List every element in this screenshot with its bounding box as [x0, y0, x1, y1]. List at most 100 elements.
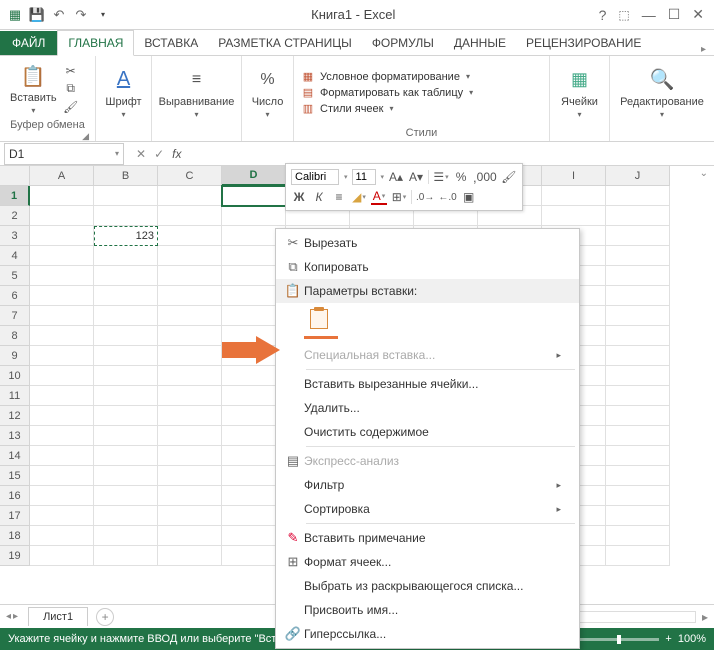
format-as-table-button[interactable]: ▤Форматировать как таблицу▾ — [300, 86, 473, 99]
cell[interactable] — [158, 286, 222, 306]
cell[interactable] — [30, 506, 94, 526]
cell[interactable] — [30, 386, 94, 406]
cell[interactable] — [94, 286, 158, 306]
cell[interactable] — [606, 446, 670, 466]
cell[interactable] — [94, 546, 158, 566]
cell[interactable] — [30, 486, 94, 506]
cm-hyperlink[interactable]: 🔗Гиперссылка... — [276, 622, 579, 646]
cell[interactable] — [30, 326, 94, 346]
borders-icon[interactable]: ⊞▾ — [391, 189, 407, 205]
cm-pick-from-list[interactable]: Выбрать из раскрывающегося списка... — [276, 574, 579, 598]
cell[interactable] — [606, 326, 670, 346]
editing-button[interactable]: 🔍 Редактирование ▾ — [616, 64, 708, 121]
cell[interactable] — [94, 406, 158, 426]
sheet-nav-prev-icon[interactable]: ◂ — [6, 611, 11, 622]
col-header-I[interactable]: I — [542, 166, 606, 186]
row-header[interactable]: 18 — [0, 526, 30, 546]
cell[interactable] — [94, 306, 158, 326]
tab-insert[interactable]: ВСТАВКА — [134, 31, 208, 55]
col-header-D[interactable]: D — [222, 166, 286, 186]
merge-icon[interactable]: ▣ — [461, 189, 477, 205]
zoom-control[interactable]: − + 100% — [567, 633, 706, 645]
cell[interactable] — [606, 306, 670, 326]
increase-decimal-icon[interactable]: .0→ — [416, 189, 434, 205]
row-header[interactable]: 16 — [0, 486, 30, 506]
cell[interactable] — [30, 246, 94, 266]
cell[interactable] — [158, 526, 222, 546]
font-color-icon[interactable]: A▾ — [371, 189, 387, 205]
cell[interactable] — [158, 406, 222, 426]
cell[interactable] — [222, 186, 286, 206]
cut-icon[interactable]: ✂ — [63, 63, 79, 79]
cm-format-cells[interactable]: ⊞Формат ячеек... — [276, 550, 579, 574]
format-painter-icon[interactable]: 🖌 — [501, 169, 517, 185]
sheet-tab[interactable]: Лист1 — [28, 607, 88, 626]
row-header[interactable]: 2 — [0, 206, 30, 226]
cell[interactable]: 123 — [94, 226, 158, 246]
row-header[interactable]: 6 — [0, 286, 30, 306]
row-header[interactable]: 15 — [0, 466, 30, 486]
ribbon-display-icon[interactable]: ⬚ — [618, 8, 629, 22]
maximize-icon[interactable]: ☐ — [668, 6, 681, 23]
qat-customize-icon[interactable]: ▾ — [94, 6, 112, 24]
cell[interactable] — [542, 186, 606, 206]
cell[interactable] — [30, 446, 94, 466]
cell[interactable] — [94, 186, 158, 206]
name-box[interactable]: D1 ▾ — [4, 143, 124, 165]
comma-style-icon[interactable]: ,000 — [473, 169, 497, 185]
row-header[interactable]: 12 — [0, 406, 30, 426]
cell[interactable] — [606, 546, 670, 566]
cm-cut[interactable]: ✂Вырезать — [276, 231, 579, 255]
cell[interactable] — [158, 446, 222, 466]
row-header[interactable]: 11 — [0, 386, 30, 406]
alignment-button[interactable]: ≡ Выравнивание ▾ — [155, 64, 239, 121]
redo-icon[interactable]: ↷ — [72, 6, 90, 24]
cell[interactable] — [606, 286, 670, 306]
chevron-down-icon[interactable]: ▾ — [115, 149, 119, 158]
increase-font-icon[interactable]: A▴ — [388, 169, 404, 185]
cell[interactable] — [606, 346, 670, 366]
cell[interactable] — [158, 186, 222, 206]
row-header[interactable]: 17 — [0, 506, 30, 526]
tab-formulas[interactable]: ФОРМУЛЫ — [362, 31, 444, 55]
cell[interactable] — [158, 206, 222, 226]
enter-icon[interactable]: ✓ — [154, 147, 164, 161]
percent-icon[interactable]: % — [453, 169, 469, 185]
cell[interactable] — [158, 486, 222, 506]
col-header-C[interactable]: C — [158, 166, 222, 186]
row-header[interactable]: 1 — [0, 186, 30, 206]
cell[interactable] — [30, 546, 94, 566]
minimize-icon[interactable]: — — [642, 7, 656, 23]
dialog-launcher-icon[interactable]: ◢ — [82, 131, 89, 142]
number-button[interactable]: % Число ▾ — [248, 64, 288, 121]
align-center-icon[interactable]: ≡ — [331, 189, 347, 205]
cell[interactable] — [94, 246, 158, 266]
undo-icon[interactable]: ↶ — [50, 6, 68, 24]
cell[interactable] — [606, 506, 670, 526]
fx-icon[interactable]: fx — [172, 147, 181, 161]
tab-data[interactable]: ДАННЫЕ — [444, 31, 516, 55]
decrease-decimal-icon[interactable]: ←.0 — [438, 189, 456, 205]
cell[interactable] — [94, 466, 158, 486]
cell[interactable] — [606, 386, 670, 406]
font-button[interactable]: A Шрифт ▾ — [101, 64, 145, 121]
format-painter-icon[interactable]: 🖌 — [63, 99, 79, 115]
cm-filter[interactable]: Фильтр▸ — [276, 473, 579, 497]
cell[interactable] — [94, 506, 158, 526]
cell[interactable] — [30, 226, 94, 246]
sheet-nav-next-icon[interactable]: ▸ — [13, 611, 18, 622]
cell[interactable] — [30, 366, 94, 386]
cm-insert-comment[interactable]: ✎Вставить примечание — [276, 526, 579, 550]
cell[interactable] — [30, 186, 94, 206]
col-header-J[interactable]: J — [606, 166, 670, 186]
cell[interactable] — [94, 486, 158, 506]
cell[interactable] — [158, 306, 222, 326]
cell[interactable] — [30, 306, 94, 326]
cm-delete[interactable]: Удалить... — [276, 396, 579, 420]
cell[interactable] — [606, 206, 670, 226]
cell[interactable] — [158, 506, 222, 526]
tab-file[interactable]: ФАЙЛ — [0, 31, 57, 55]
cell[interactable] — [30, 286, 94, 306]
tab-page-layout[interactable]: РАЗМЕТКА СТРАНИЦЫ — [208, 31, 362, 55]
row-header[interactable]: 8 — [0, 326, 30, 346]
